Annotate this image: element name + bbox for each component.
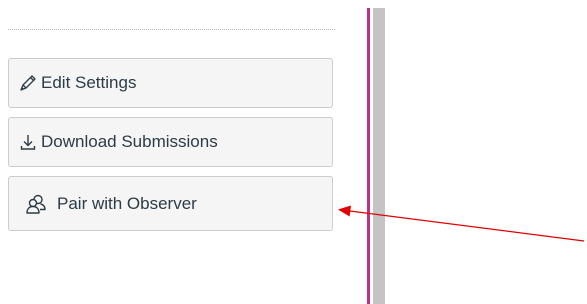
edit-settings-label: Edit Settings	[41, 73, 137, 92]
scrollbar-track[interactable]	[373, 8, 385, 304]
edit-settings-button[interactable]: Edit Settings	[8, 58, 333, 108]
pair-with-observer-button[interactable]: Pair with Observer	[8, 176, 333, 231]
sidebar-divider	[8, 29, 335, 30]
course-sidebar: Edit Settings Download Submissions Pair …	[0, 0, 344, 304]
screenshot-stage: Edit Settings Download Submissions Pair …	[0, 0, 587, 304]
users-icon	[25, 193, 47, 215]
pair-with-observer-label: Pair with Observer	[57, 193, 197, 213]
download-submissions-label: Download Submissions	[41, 132, 218, 151]
download-icon	[17, 131, 39, 153]
content-edge-border	[367, 8, 370, 304]
pencil-icon	[17, 72, 39, 94]
download-submissions-button[interactable]: Download Submissions	[8, 117, 333, 167]
